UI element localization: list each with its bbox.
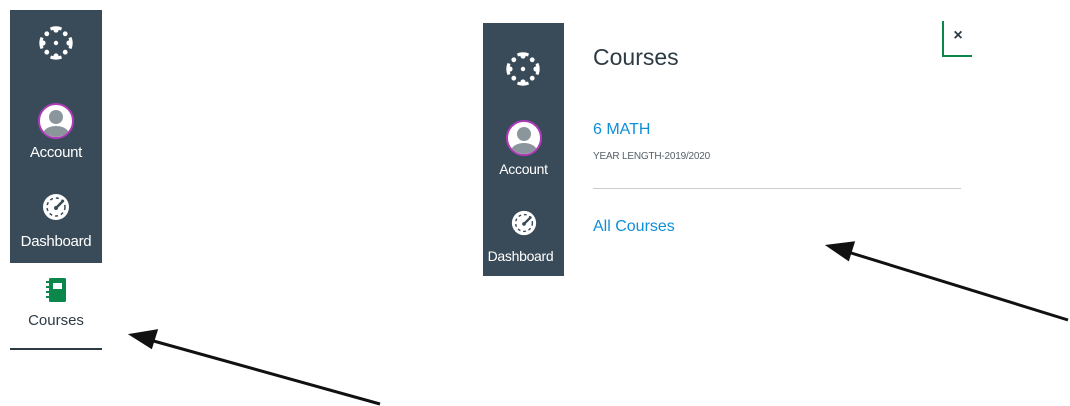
annotation-arrows xyxy=(127,241,1069,406)
arrow-to-courses xyxy=(149,338,381,406)
arrow-head-all-courses xyxy=(824,241,856,262)
arrow-to-all-courses xyxy=(847,250,1069,322)
arrow-head-courses xyxy=(127,329,159,350)
